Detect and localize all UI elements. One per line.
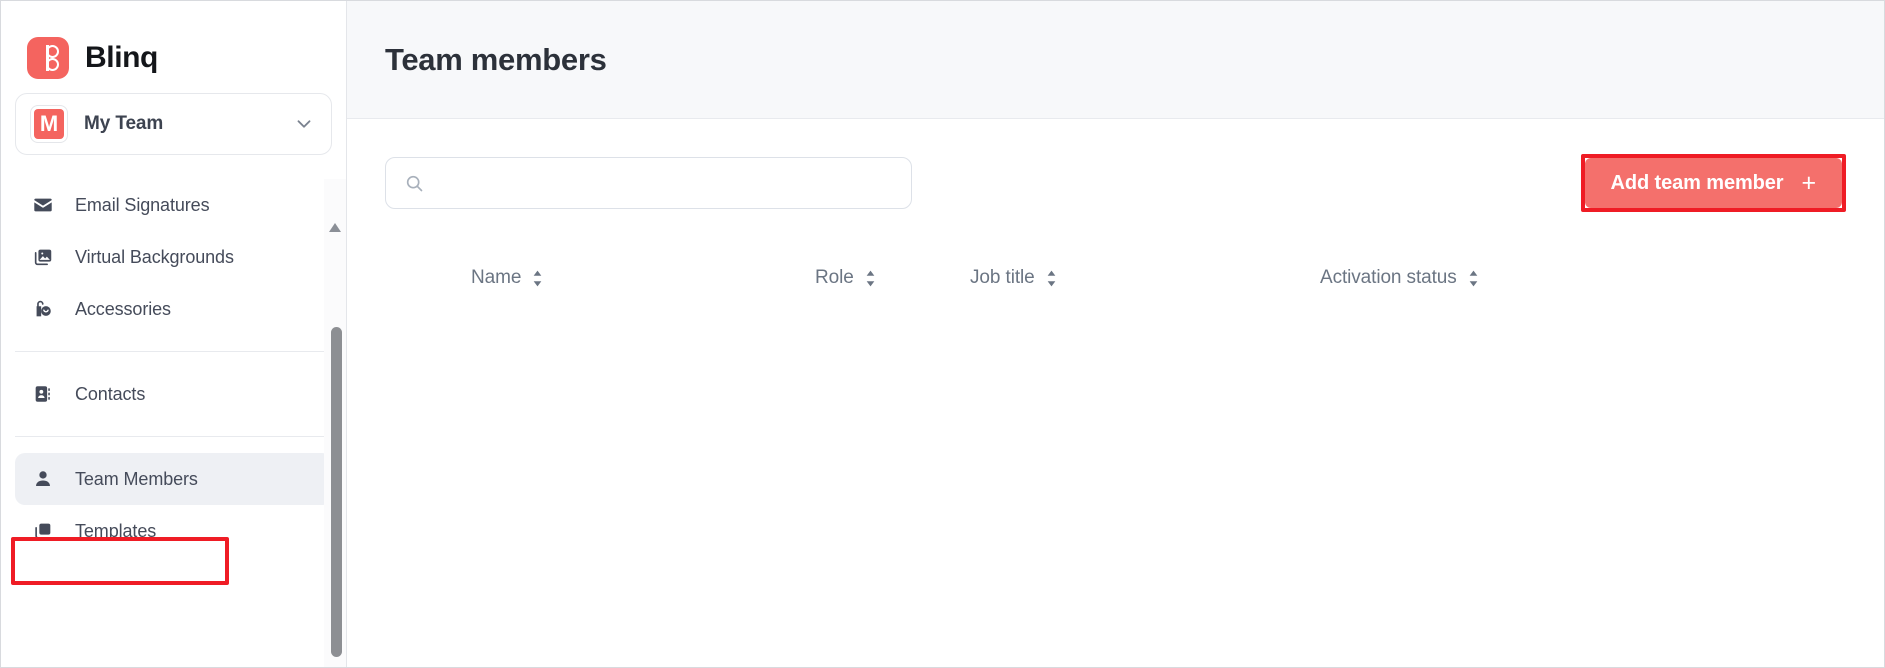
search-icon [404,173,425,194]
sidebar-divider [15,351,332,352]
column-header-label: Name [471,267,522,288]
accessories-icon [31,297,55,321]
blinq-logo-icon [27,37,69,79]
image-stack-icon [31,245,55,269]
copy-icon [31,519,55,543]
column-header-label: Activation status [1320,267,1457,288]
column-header-activation-status[interactable]: Activation status [1310,267,1846,289]
annotation-box-add-team-member: Add team member + [1580,154,1846,212]
plus-icon: + [1801,168,1817,197]
scroll-up-arrow-icon[interactable] [329,223,341,232]
search-input[interactable] [437,173,893,193]
team-selector-label: My Team [84,113,164,134]
sidebar-item-email-signatures[interactable]: Email Signatures [15,179,332,231]
sidebar-item-label: Accessories [75,298,171,319]
sidebar-scrollbar-thumb[interactable] [331,327,342,657]
sidebar-item-templates[interactable]: Templates [15,505,332,557]
sidebar-item-label: Email Signatures [75,194,210,215]
address-book-icon [31,382,55,406]
page-title: Team members [385,41,607,77]
column-header-name[interactable]: Name [385,267,815,289]
brand-name: Blinq [85,41,158,74]
sort-icon [864,270,877,287]
column-header-label: Role [815,267,854,288]
search-box[interactable] [385,157,912,209]
column-header-job-title[interactable]: Job title [970,267,1310,289]
sidebar-item-virtual-backgrounds[interactable]: Virtual Backgrounds [15,231,332,283]
table-body [385,298,1846,518]
app-window: Blinq M My Team Email Signatures Virtual… [0,0,1885,668]
sidebar-item-contacts[interactable]: Contacts [15,368,332,420]
nav-group-products: Email Signatures Virtual Backgrounds Acc… [1,179,346,335]
sidebar-item-team-members[interactable]: Team Members [15,453,332,505]
team-members-table: Name Role Job title Activation status [347,258,1884,518]
sidebar-item-label: Contacts [75,383,146,404]
page-header: Team members [347,1,1884,119]
toolbar: Add team member + [347,119,1884,212]
sidebar: Blinq M My Team Email Signatures Virtual… [1,1,347,667]
team-avatar: M [30,105,68,143]
nav-group-contacts: Contacts [1,368,346,420]
sidebar-item-label: Team Members [75,468,198,489]
sidebar-item-accessories[interactable]: Accessories [15,283,332,335]
sidebar-item-label: Virtual Backgrounds [75,246,234,267]
sort-icon [1467,270,1480,287]
nav-group-team: Team Members Templates [1,453,346,557]
team-avatar-initial: M [34,109,64,139]
main-content: Team members Add team member + Name Role… [347,1,1884,667]
team-selector[interactable]: M My Team [15,93,332,155]
add-team-member-label: Add team member [1610,171,1784,194]
sort-icon [531,270,544,287]
person-icon [31,467,55,491]
envelope-icon [31,193,55,217]
sidebar-divider [15,436,332,437]
chevron-down-icon [293,113,315,135]
brand: Blinq [1,1,346,93]
sort-icon [1045,270,1058,287]
sidebar-item-label: Templates [75,520,157,541]
column-header-label: Job title [970,267,1035,288]
column-header-role[interactable]: Role [815,267,970,289]
add-team-member-button[interactable]: Add team member + [1584,158,1842,208]
sidebar-nav: Email Signatures Virtual Backgrounds Acc… [1,179,346,667]
table-header-row: Name Role Job title Activation status [385,258,1846,298]
